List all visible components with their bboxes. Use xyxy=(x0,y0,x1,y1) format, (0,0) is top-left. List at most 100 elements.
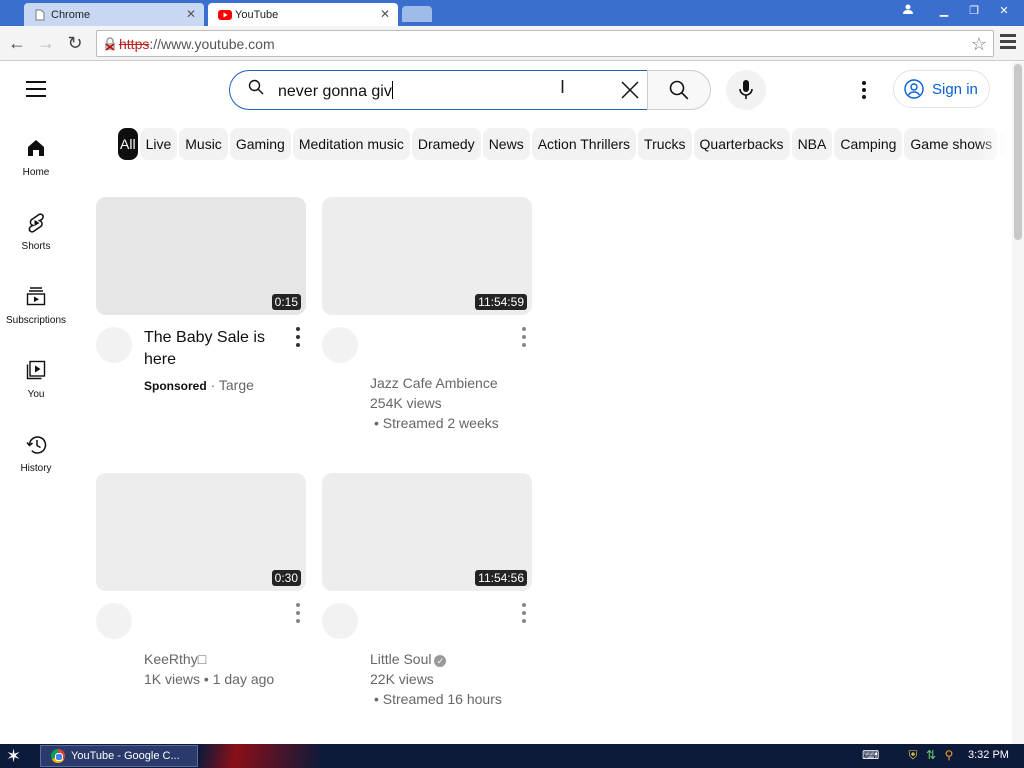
channel-avatar[interactable] xyxy=(96,603,132,639)
forward-icon[interactable]: → xyxy=(36,33,56,53)
channel-name[interactable]: Jazz Cafe Ambience xyxy=(370,373,530,393)
filter-chip[interactable]: Quarterbacks xyxy=(693,128,790,160)
video-title[interactable]: The Baby Sale is here xyxy=(144,327,284,371)
youtube-favicon-icon xyxy=(218,9,232,21)
search-query[interactable]: never gonna giv xyxy=(278,81,393,101)
video-menu-icon[interactable] xyxy=(522,327,526,351)
filter-chip[interactable]: Trucks xyxy=(638,128,692,160)
reload-icon[interactable]: ↻ xyxy=(65,33,85,53)
duration-badge: 11:54:59 xyxy=(475,294,527,310)
meta-separator: · xyxy=(210,377,219,393)
sponsor-name[interactable]: Targe xyxy=(219,377,254,393)
channel-avatar[interactable] xyxy=(322,603,358,639)
start-button-icon[interactable]: ✶ xyxy=(6,746,21,767)
back-icon[interactable]: ← xyxy=(7,33,27,53)
browser-titlebar: Chrome ✕ YouTube ✕ ▁ ❐ ✕ xyxy=(0,0,1024,26)
settings-more-icon[interactable] xyxy=(862,81,866,102)
page-icon xyxy=(34,9,46,21)
guide-item-subscriptions[interactable]: Subscriptions xyxy=(0,274,72,334)
browser-menu-icon[interactable] xyxy=(1000,34,1016,52)
channel-name[interactable]: Little Soul xyxy=(370,651,431,667)
filter-chip[interactable]: Live xyxy=(139,128,178,160)
minimize-icon[interactable]: ▁ xyxy=(930,2,958,20)
search-tray-icon[interactable]: ⚲ xyxy=(942,748,956,762)
view-count: 22K views xyxy=(370,671,434,687)
stream-age: • Streamed 16 hours xyxy=(374,691,502,707)
window-controls: ▁ ❐ ✕ xyxy=(892,2,1018,20)
system-clock[interactable]: 3:32 PM xyxy=(968,749,1009,761)
page-scrollbar[interactable] xyxy=(1012,62,1024,744)
filter-chip[interactable]: News xyxy=(482,128,530,160)
filter-chip[interactable]: Gaming xyxy=(229,128,291,160)
channel-name-row[interactable]: Little Soul ✓ xyxy=(370,649,530,669)
verified-badge-icon: ✓ xyxy=(434,655,447,667)
video-menu-icon[interactable] xyxy=(296,603,300,627)
user-icon[interactable] xyxy=(894,2,922,20)
filter-chips-bar: All Live Music Gaming Meditation music Dramed… xyxy=(118,128,1008,162)
video-thumbnail[interactable]: 0:30 xyxy=(96,473,306,591)
video-menu-icon[interactable] xyxy=(296,327,300,351)
filter-chip[interactable]: All xyxy=(118,128,138,160)
filter-chip[interactable]: Camping xyxy=(834,128,903,160)
shorts-icon xyxy=(28,213,44,233)
insecure-lock-icon xyxy=(103,37,117,51)
restore-icon[interactable]: ❐ xyxy=(960,2,988,20)
filter-chip[interactable]: Music xyxy=(179,128,228,160)
guide-item-shorts[interactable]: Shorts xyxy=(0,200,72,260)
video-thumbnail[interactable]: 11:54:59 xyxy=(322,197,532,315)
text-caret xyxy=(391,81,393,99)
video-meta: Sponsored · Targe xyxy=(144,375,304,396)
guide-item-label: Home xyxy=(22,167,50,178)
channel-avatar[interactable] xyxy=(322,327,358,363)
network-icon[interactable]: ⇅ xyxy=(924,748,938,762)
voice-search-button[interactable] xyxy=(726,70,766,110)
view-count: 254K views xyxy=(370,395,442,411)
search-button[interactable] xyxy=(647,70,711,110)
guide-item-label: You xyxy=(27,389,45,400)
guide-item-history[interactable]: History xyxy=(0,422,72,482)
new-tab-button[interactable] xyxy=(402,6,432,22)
close-window-icon[interactable]: ✕ xyxy=(990,2,1018,20)
filter-chip[interactable]: Dramedy xyxy=(411,128,481,160)
scrollbar-thumb[interactable] xyxy=(1014,64,1022,240)
video-thumbnail[interactable]: 11:54:56 xyxy=(322,473,532,591)
taskbar-app-button[interactable]: YouTube - Google C... xyxy=(40,745,198,767)
hamburger-menu-icon[interactable] xyxy=(26,81,46,102)
duration-badge: 0:30 xyxy=(271,570,301,586)
filter-chip[interactable]: NBA xyxy=(791,128,833,160)
sponsored-label: Sponsored xyxy=(144,379,207,393)
search-icon xyxy=(248,79,264,100)
keyboard-icon[interactable]: ⌨ xyxy=(862,748,879,762)
bookmark-star-icon[interactable]: ☆ xyxy=(971,34,987,55)
tab-youtube[interactable]: YouTube ✕ xyxy=(208,3,398,26)
guide-item-label: History xyxy=(20,463,52,474)
tab-title: Chrome xyxy=(51,8,91,21)
video-thumbnail[interactable]: 0:15 xyxy=(96,197,306,315)
duration-badge: 0:15 xyxy=(271,294,301,310)
tab-chrome[interactable]: Chrome ✕ xyxy=(24,3,204,26)
filter-chip[interactable]: Meditation music xyxy=(292,128,410,160)
video-menu-icon[interactable] xyxy=(522,603,526,627)
channel-avatar[interactable] xyxy=(96,327,132,363)
address-bar[interactable]: https://www.youtube.com ☆ xyxy=(96,30,994,57)
search-input[interactable]: never gonna giv I xyxy=(229,70,647,110)
channel-name[interactable]: KeeRthy□ xyxy=(144,649,304,669)
account-icon xyxy=(904,79,924,99)
microphone-icon xyxy=(739,80,753,99)
subscriptions-icon xyxy=(26,287,46,306)
close-tab-icon[interactable]: ✕ xyxy=(380,7,390,21)
guide-item-you[interactable]: You xyxy=(0,348,72,408)
taskbar-app-label: YouTube - Google C... xyxy=(71,750,180,762)
history-icon xyxy=(26,436,47,454)
shield-icon[interactable]: ⛨ xyxy=(906,748,920,762)
close-tab-icon[interactable]: ✕ xyxy=(186,7,196,21)
home-icon xyxy=(28,140,44,156)
text-cursor-icon: I xyxy=(560,77,566,97)
filter-chip[interactable]: Action Thrillers xyxy=(531,128,637,160)
guide-item-home[interactable]: Home xyxy=(0,126,72,186)
views-and-age: 1K views • 1 day ago xyxy=(144,671,275,687)
sign-in-button[interactable]: Sign in xyxy=(893,70,990,108)
clear-search-icon[interactable] xyxy=(620,80,640,105)
stream-age: • Streamed 2 weeks xyxy=(374,415,499,431)
url-host: ://www.youtube.com xyxy=(149,36,275,52)
